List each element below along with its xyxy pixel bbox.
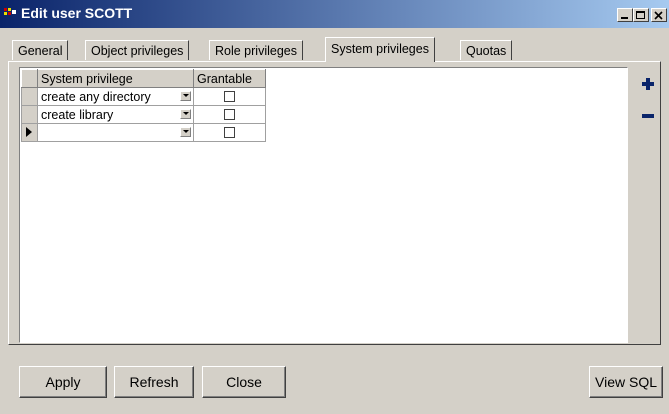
close-button[interactable]: Close [202,366,286,398]
app-icon [4,8,16,15]
privilege-cell[interactable]: create any directory [37,87,194,106]
minimize-icon [621,17,628,19]
grantable-cell [193,105,266,124]
row-indicator[interactable] [21,87,38,106]
minimize-button[interactable] [617,8,633,22]
window-title: Edit user SCOTT [21,5,133,21]
current-row-arrow-icon [26,127,32,137]
tab-quotas[interactable]: Quotas [460,40,513,60]
tab-system-privileges[interactable]: System privileges [325,37,435,62]
column-header-system-privilege[interactable]: System privilege [37,69,194,88]
privilege-cell[interactable] [37,123,194,142]
refresh-button[interactable]: Refresh [114,366,194,398]
tab-object-privileges[interactable]: Object privileges [85,40,190,60]
minus-icon [642,114,654,118]
apply-button[interactable]: Apply [19,366,107,398]
row-indicator-header [21,69,38,88]
grantable-cell [193,123,266,142]
grantable-checkbox[interactable] [224,127,235,138]
privilege-dropdown-button[interactable] [180,91,191,101]
remove-privilege-button[interactable] [640,108,656,124]
plus-icon [642,78,654,90]
table-row[interactable]: create library [21,105,266,124]
maximize-icon [636,11,645,19]
privilege-dropdown-button[interactable] [180,127,191,137]
row-indicator[interactable] [21,105,38,124]
grantable-cell [193,87,266,106]
chevron-down-icon [183,112,189,115]
edit-user-window: Edit user SCOTT General Object privilege… [0,0,669,414]
column-header-grantable[interactable]: Grantable [193,69,266,88]
grid-header-row: System privilege Grantable [21,69,266,88]
privileges-grid[interactable]: System privilege Grantable create any di… [19,67,628,343]
tab-general[interactable]: General [12,40,69,60]
privilege-cell[interactable]: create library [37,105,194,124]
privilege-dropdown-button[interactable] [180,109,191,119]
view-sql-button[interactable]: View SQL [589,366,663,398]
table-row[interactable] [21,123,266,142]
add-privilege-button[interactable] [640,76,656,92]
row-indicator[interactable] [21,123,38,142]
privilege-value: create any directory [41,89,151,104]
maximize-button[interactable] [633,8,649,22]
table-row[interactable]: create any directory [21,87,266,106]
tab-role-privileges[interactable]: Role privileges [209,40,303,60]
close-icon [654,11,663,20]
grantable-checkbox[interactable] [224,91,235,102]
grantable-checkbox[interactable] [224,109,235,120]
title-bar[interactable]: Edit user SCOTT [0,0,669,28]
close-window-button[interactable] [651,8,667,22]
privileges-table: System privilege Grantable create any di… [21,69,266,142]
chevron-down-icon [183,94,189,97]
privilege-value: create library [41,107,114,122]
chevron-down-icon [183,130,189,133]
